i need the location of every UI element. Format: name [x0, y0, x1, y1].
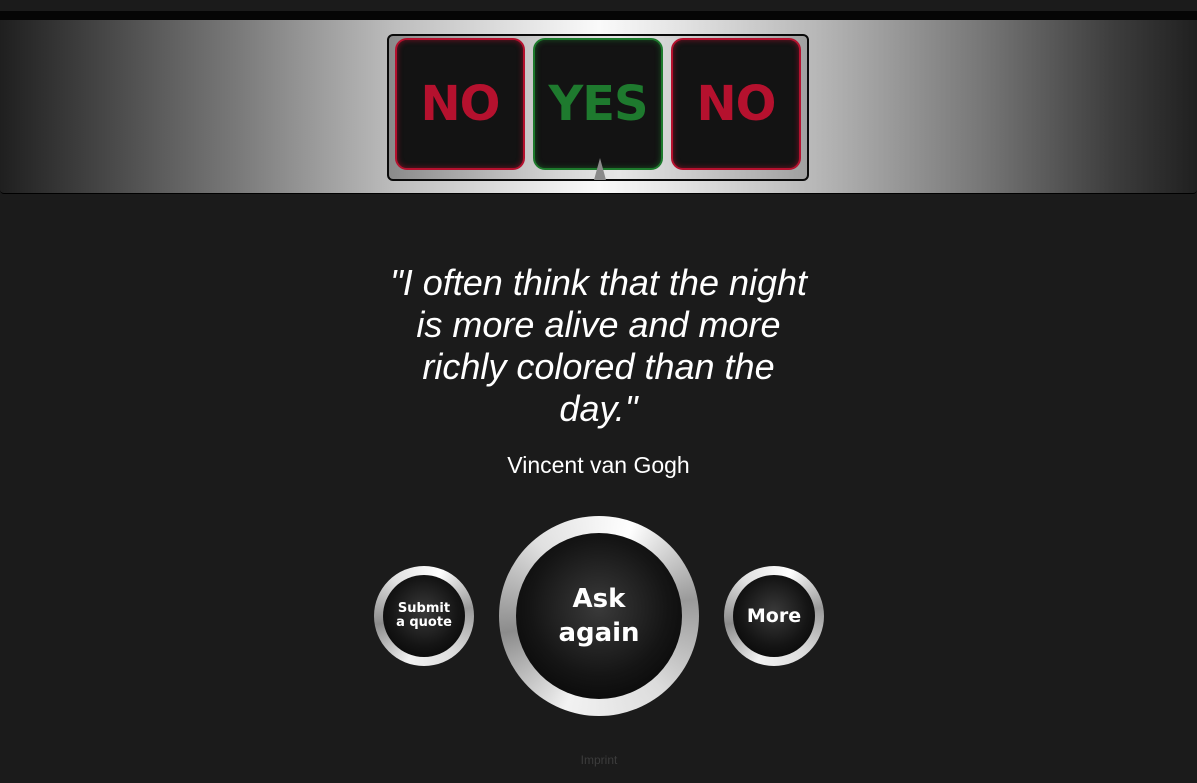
submit-quote-button[interactable]: Submit a quote	[374, 566, 474, 666]
ask-again-label: Ask again	[558, 584, 640, 648]
reel-center-label: YES	[548, 76, 648, 132]
reel-left-label: NO	[420, 76, 501, 132]
reel-right: NO	[671, 38, 801, 170]
reel-right-label: NO	[696, 76, 777, 132]
more-button-face: More	[733, 575, 815, 657]
top-strip	[0, 0, 1197, 11]
ask-again-button-face: Ask again	[516, 533, 682, 699]
submit-quote-label: Submit a quote	[396, 601, 452, 630]
reel-pointer-icon	[594, 158, 606, 180]
quote-text: "I often think that the night is more al…	[389, 262, 808, 429]
quote-author: Vincent van Gogh	[507, 452, 690, 478]
ask-again-button[interactable]: Ask again	[499, 516, 699, 716]
top-divider	[0, 11, 1197, 20]
submit-quote-button-face: Submit a quote	[383, 575, 465, 657]
more-button[interactable]: More	[724, 566, 824, 666]
imprint-link[interactable]: Imprint	[549, 753, 649, 767]
reel-center: YES	[533, 38, 663, 170]
reel-left: NO	[395, 38, 525, 170]
more-label: More	[746, 605, 802, 627]
